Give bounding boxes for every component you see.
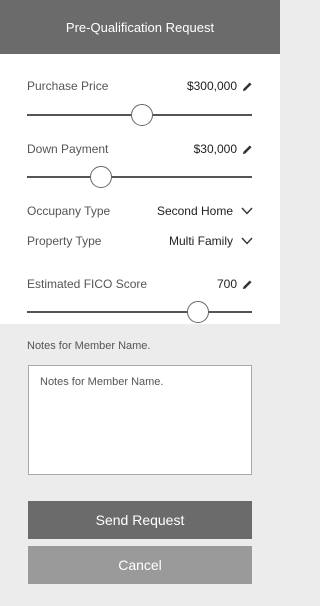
- pencil-icon[interactable]: [242, 81, 253, 92]
- down-payment-value: $30,000: [193, 142, 237, 156]
- notes-label: Notes for Member Name.: [27, 340, 151, 352]
- down-payment-slider[interactable]: [27, 166, 252, 188]
- slider-thumb[interactable]: [130, 104, 153, 126]
- occupancy-type-label: Occupany Type: [27, 204, 111, 218]
- purchase-price-value: $300,000: [186, 79, 237, 93]
- property-type-row[interactable]: Property Type Multi Family: [27, 232, 253, 250]
- pencil-icon[interactable]: [242, 144, 253, 155]
- page-title: Pre-Qualification Request: [65, 19, 215, 35]
- property-type-value: Multi Family: [168, 234, 233, 248]
- purchase-price-label: Purchase Price: [27, 79, 109, 93]
- down-payment-row: Down Payment $30,000: [27, 140, 253, 158]
- slider-track: [27, 311, 252, 313]
- pencil-icon[interactable]: [242, 279, 253, 290]
- cancel-button[interactable]: Cancel: [28, 546, 252, 584]
- slider-thumb[interactable]: [187, 301, 209, 323]
- down-payment-value-group[interactable]: $30,000: [194, 142, 253, 156]
- chevron-down-icon[interactable]: [241, 207, 253, 215]
- occupancy-type-value: Second Home: [156, 204, 233, 218]
- slider-thumb[interactable]: [90, 166, 113, 188]
- down-payment-label: Down Payment: [27, 142, 109, 156]
- purchase-price-slider[interactable]: [27, 104, 252, 126]
- fico-score-label: Estimated FICO Score: [27, 277, 148, 291]
- purchase-price-value-group[interactable]: $300,000: [187, 79, 253, 93]
- property-type-label: Property Type: [27, 234, 102, 248]
- fico-score-value: 700: [216, 277, 237, 291]
- send-request-button[interactable]: Send Request: [28, 501, 252, 539]
- fico-score-row: Estimated FICO Score 700: [27, 275, 253, 293]
- purchase-price-row: Purchase Price $300,000: [27, 77, 253, 95]
- slider-track: [27, 176, 252, 178]
- occupancy-type-select[interactable]: Second Home: [157, 204, 253, 218]
- property-type-select[interactable]: Multi Family: [169, 234, 253, 248]
- occupancy-type-row[interactable]: Occupany Type Second Home: [27, 202, 253, 220]
- fico-score-value-group[interactable]: 700: [217, 277, 253, 291]
- notes-textarea[interactable]: [28, 365, 252, 475]
- fico-score-slider[interactable]: [27, 301, 252, 323]
- header-bar: Pre-Qualification Request: [0, 0, 280, 54]
- chevron-down-icon[interactable]: [241, 237, 253, 245]
